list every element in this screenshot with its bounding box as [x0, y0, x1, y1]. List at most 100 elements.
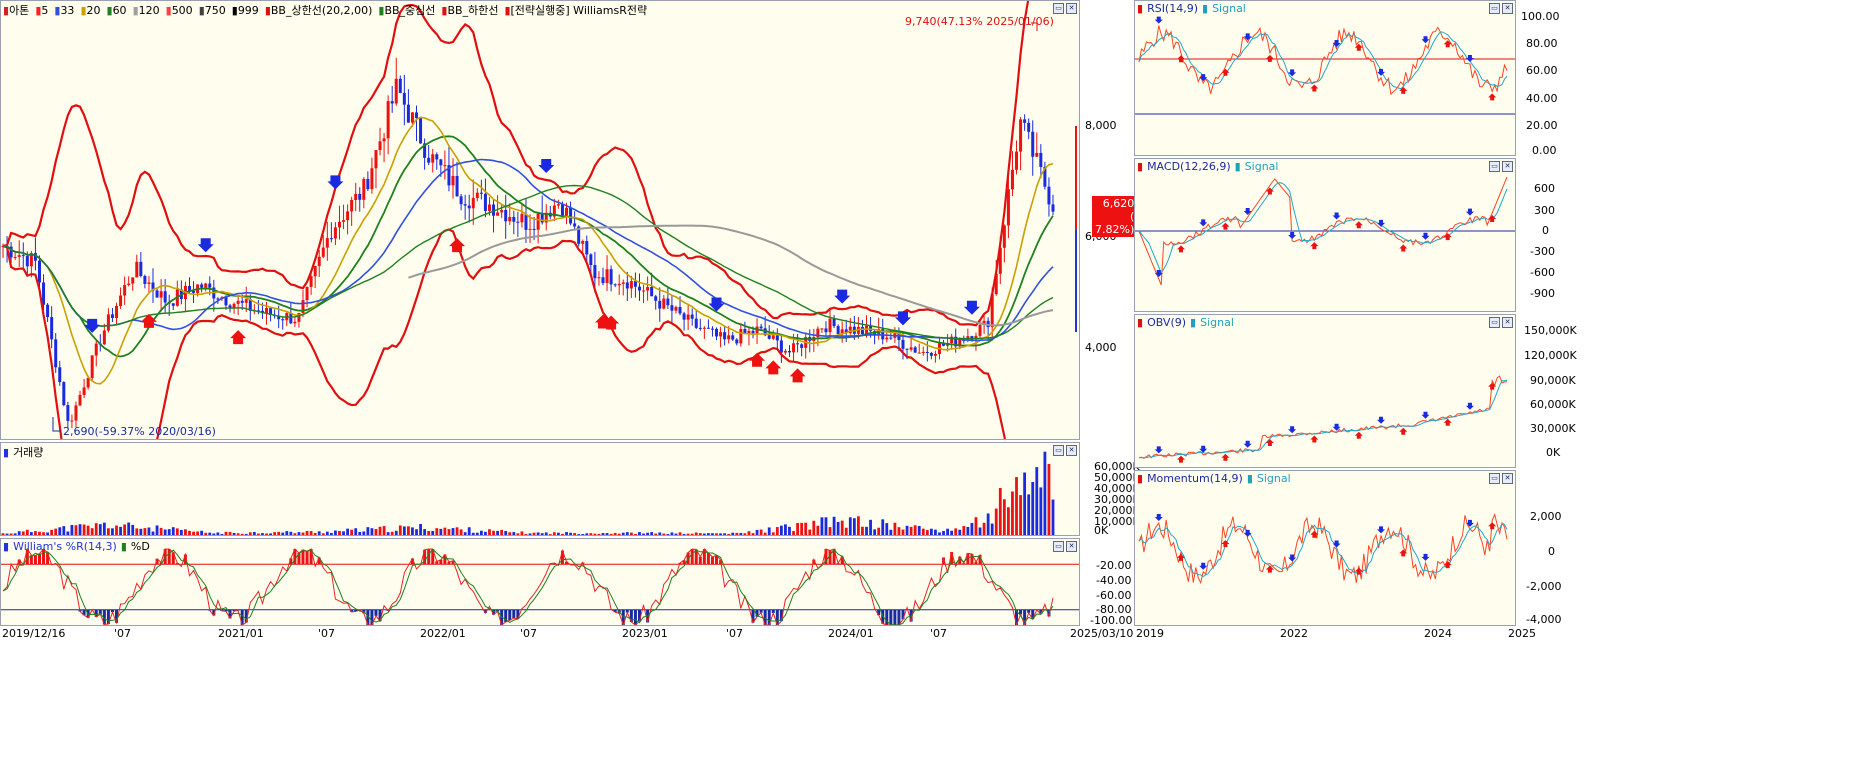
minimize-icon[interactable]: ▭	[1489, 3, 1500, 14]
williams-panel[interactable]: ▮ William's %R(14,3) ▮ %D ▭ ✕	[0, 538, 1080, 626]
legend-item[interactable]: ▮BB_하한선	[441, 4, 500, 17]
volume-bar	[638, 532, 641, 535]
price-candle	[796, 343, 800, 345]
sell-arrow-icon	[1421, 232, 1430, 240]
close-icon[interactable]: ✕	[1502, 161, 1513, 172]
williams-tick: -100.00	[1090, 614, 1133, 627]
macd-panel[interactable]: ▮ MACD(12,26,9) ▮ Signal ▭ ✕	[1134, 158, 1516, 312]
volume-bar	[196, 531, 199, 535]
close-icon[interactable]: ✕	[1502, 3, 1513, 14]
volume-bar	[467, 527, 471, 535]
volume-bar	[548, 534, 552, 535]
price-candle	[678, 306, 682, 314]
rsi-panel[interactable]: ▮ RSI(14,9) ▮ Signal ▭ ✕	[1134, 0, 1516, 156]
close-icon[interactable]: ✕	[1502, 317, 1513, 328]
sell-arrow-icon	[1243, 529, 1252, 537]
close-icon[interactable]: ✕	[1066, 445, 1077, 456]
legend-item[interactable]: ▮120	[133, 4, 162, 17]
volume-bar	[212, 533, 216, 535]
buy-arrow-icon	[1354, 221, 1363, 229]
volume-bar	[1015, 477, 1018, 535]
minimize-icon[interactable]: ▭	[1053, 3, 1064, 14]
obv-axis: 150,000K 120,000K 90,000K 60,000K 30,000…	[1516, 314, 1577, 468]
volume-bar	[378, 526, 382, 535]
x-tick: 2023/01	[622, 627, 668, 640]
legend-item[interactable]: ▮999	[232, 4, 261, 17]
volume-bar	[561, 533, 564, 535]
legend-item[interactable]: ▮33	[54, 4, 76, 17]
price-candle	[410, 112, 414, 123]
minimize-icon[interactable]: ▭	[1053, 541, 1064, 552]
buy-arrow-icon	[1221, 222, 1230, 230]
volume-bar	[66, 531, 70, 535]
legend-item[interactable]: ▮아톤	[3, 4, 31, 17]
minimize-icon[interactable]: ▭	[1053, 445, 1064, 456]
macd-axis: 600 300 0 -300 -600 -900	[1516, 158, 1570, 312]
legend-item[interactable]: ▮750	[199, 4, 228, 17]
price-candle	[224, 297, 228, 306]
volume-bar	[690, 533, 694, 535]
price-candle	[244, 299, 248, 303]
legend-item[interactable]: ▮60	[107, 4, 129, 17]
minimize-icon[interactable]: ▭	[1489, 317, 1500, 328]
panel-window-buttons: ▭ ✕	[1489, 473, 1513, 484]
sell-arrow-icon	[1154, 16, 1163, 24]
close-icon[interactable]: ✕	[1066, 541, 1077, 552]
volume-bar	[917, 526, 921, 535]
williams-tick: -20.00	[1096, 559, 1132, 572]
volume-bar	[605, 533, 609, 535]
sell-arrow-icon	[895, 311, 911, 326]
volume-bar	[216, 532, 220, 535]
buy-arrow-icon	[1399, 86, 1408, 94]
volume-bar	[779, 525, 783, 535]
sell-arrow-icon	[1377, 526, 1386, 534]
minimize-icon[interactable]: ▭	[1489, 161, 1500, 172]
volume-bar	[1043, 451, 1047, 535]
panel-window-buttons: ▭ ✕	[1053, 541, 1077, 552]
price-candle	[605, 269, 609, 284]
volume-bar	[909, 526, 913, 535]
price-candle	[658, 300, 662, 309]
buy-arrow-icon	[765, 360, 782, 375]
price-candle	[581, 241, 585, 244]
legend-item[interactable]: ▮500	[166, 4, 195, 17]
legend-item[interactable]: ▮5	[35, 4, 50, 17]
volume-bar	[475, 532, 479, 535]
legend-item[interactable]: ▮BB_중심선	[378, 4, 437, 17]
close-icon[interactable]: ✕	[1502, 473, 1513, 484]
current-price-tag: 6,620 ( 7.82%)	[1092, 196, 1138, 237]
price-candle	[435, 154, 439, 160]
volume-bar	[492, 530, 495, 535]
price-panel[interactable]: ▮아톤 ▮5 ▮33 ▮20 ▮60 ▮120 ▮500 ▮750 ▮999 ▮BB_상한선(20…	[0, 0, 1080, 440]
close-icon[interactable]: ✕	[1066, 3, 1077, 14]
price-chart	[1, 1, 1055, 439]
volume-bar	[208, 532, 212, 535]
volume-bar	[471, 532, 475, 535]
volume-bar	[167, 529, 171, 535]
minimize-icon[interactable]: ▭	[1489, 473, 1500, 484]
volume-bar	[905, 525, 909, 535]
volume-bar	[723, 533, 727, 535]
volume-panel[interactable]: ▮ 거래량 ▭ ✕	[0, 442, 1080, 536]
obv-panel[interactable]: ▮ OBV(9) ▮ Signal ▭ ✕	[1134, 314, 1516, 468]
volume-bar	[390, 531, 394, 535]
volume-bar	[861, 526, 864, 535]
price-candle	[532, 228, 536, 230]
legend-item[interactable]: ▮[전략실행중] WilliamsR전략	[504, 4, 649, 17]
momentum-panel[interactable]: ▮ Momentum(14,9) ▮ Signal ▭ ✕	[1134, 470, 1516, 626]
buy-arrow-icon	[1176, 455, 1185, 463]
legend-item[interactable]: ▮20	[80, 4, 102, 17]
legend-item[interactable]: ▮BB_상한선(20,2,00)	[265, 4, 375, 17]
sell-arrow-icon	[1243, 208, 1252, 215]
volume-bar	[38, 531, 41, 535]
volume-bar	[520, 531, 524, 535]
x-tick: '07	[318, 627, 336, 640]
volume-bar	[423, 529, 427, 535]
volume-bar	[650, 532, 654, 535]
volume-bar	[500, 529, 504, 535]
volume-bar	[273, 532, 277, 535]
volume-bar	[257, 533, 260, 535]
right-x-tick: 2022	[1280, 627, 1308, 640]
volume-bar	[78, 524, 82, 535]
buy-arrow-icon	[1176, 245, 1185, 253]
